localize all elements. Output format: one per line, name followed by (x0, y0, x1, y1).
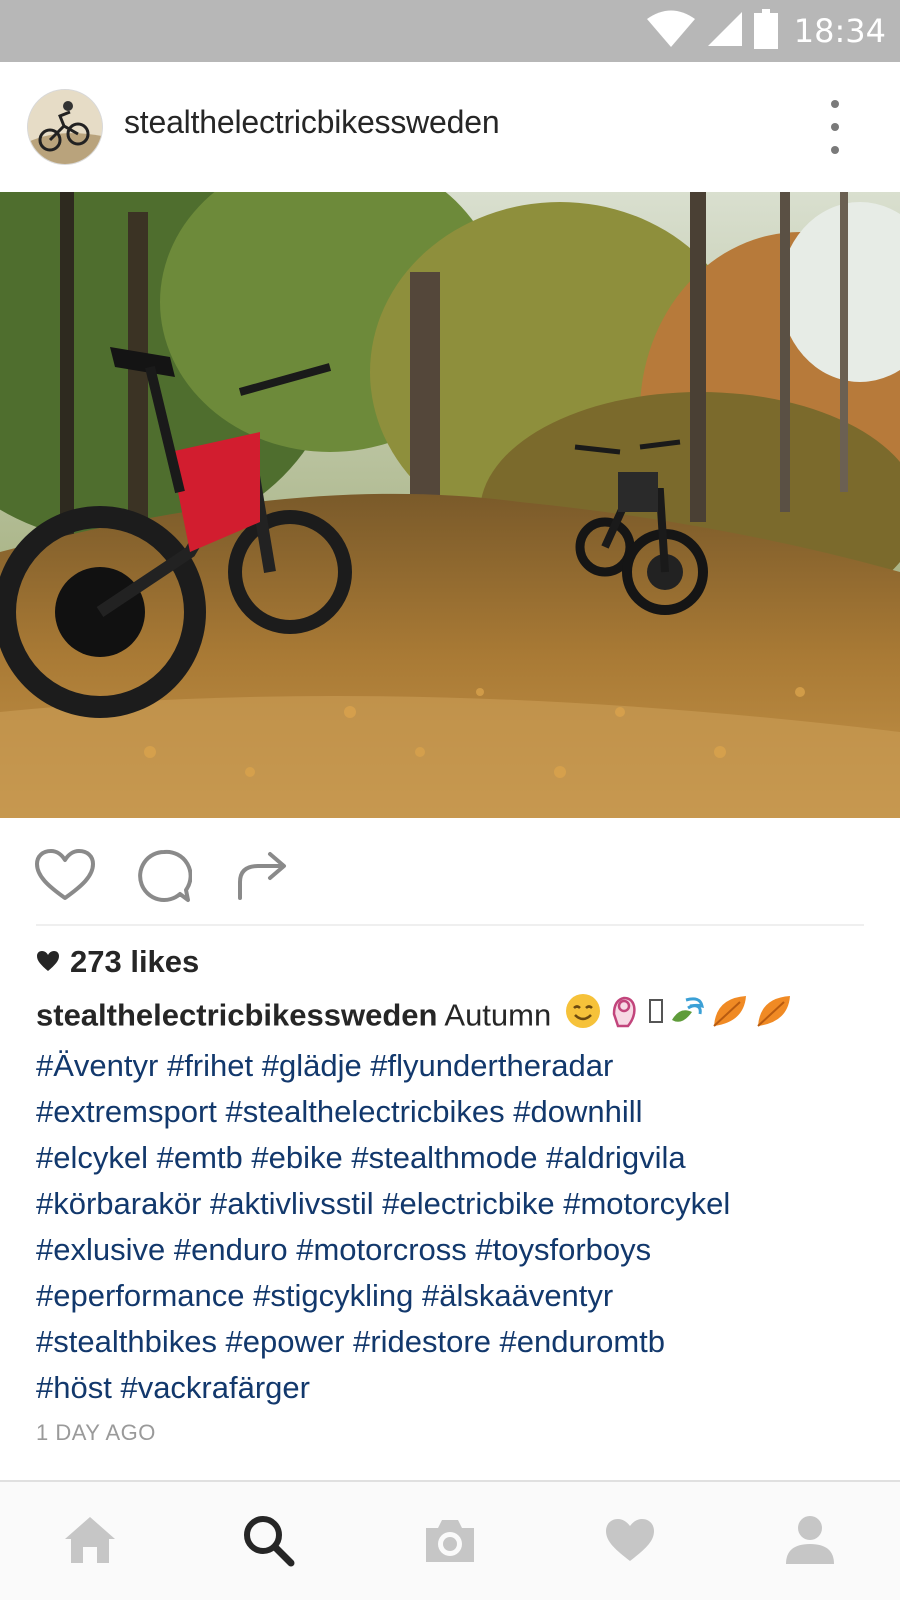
leaf-wind-emoji-icon (668, 992, 706, 1043)
hashtag-line[interactable]: #körbarakör #aktivlivsstil #electricbike… (36, 1181, 876, 1227)
status-time: 18:34 (793, 12, 886, 50)
hashtag-line[interactable]: #Äventyr #frihet #glädje #flyundertherad… (36, 1043, 876, 1089)
hashtag-line[interactable]: #eperformance #stigcykling #älskaäventyr (36, 1273, 876, 1319)
activity-heart-icon[interactable] (600, 1510, 660, 1570)
wifi-icon (646, 10, 696, 53)
ok-hand-emoji-icon (606, 992, 644, 1043)
profile-icon[interactable] (780, 1510, 840, 1570)
fallen-leaf-emoji-icon (710, 992, 750, 1043)
missing-glyph-icon (648, 992, 664, 1043)
post-actions (0, 818, 900, 926)
status-bar: 18:34 (0, 0, 900, 62)
status-icons: 18:34 (646, 0, 886, 62)
comment-icon[interactable] (136, 848, 193, 909)
battery-icon (753, 8, 778, 54)
post-username[interactable]: stealthelectricbikessweden (124, 104, 500, 141)
cell-signal-icon (706, 10, 744, 53)
more-options-icon[interactable] (822, 100, 848, 154)
bottom-nav (0, 1480, 900, 1600)
likes-count[interactable]: 273 likes (36, 944, 199, 980)
hashtag-line[interactable]: #extremsport #stealthelectricbikes #down… (36, 1089, 876, 1135)
hashtag-line[interactable]: #exlusive #enduro #motorcross #toysforbo… (36, 1227, 876, 1273)
caption-emoji-row (564, 992, 794, 1043)
share-icon[interactable] (236, 848, 290, 907)
camera-icon[interactable] (420, 1510, 480, 1570)
hashtag-line[interactable]: #elcykel #emtb #ebike #stealthmode #aldr… (36, 1135, 876, 1181)
avatar[interactable] (28, 90, 102, 164)
post-header: stealthelectricbikessweden (0, 62, 900, 192)
divider (36, 924, 864, 926)
like-heart-icon[interactable] (34, 848, 96, 907)
post-photo[interactable] (0, 192, 900, 818)
post-timestamp: 1 DAY AGO (36, 1420, 156, 1445)
post-caption: stealthelectricbikessweden Autumn #Ävent… (36, 992, 876, 1411)
hashtag-line[interactable]: #höst #vackrafärger (36, 1365, 876, 1411)
home-icon[interactable] (60, 1510, 120, 1570)
search-icon[interactable] (238, 1510, 298, 1570)
small-heart-icon (36, 944, 60, 980)
caption-text: Autumn (444, 997, 552, 1033)
fallen-leaf-emoji-icon (754, 992, 794, 1043)
hashtag-line[interactable]: #stealthbikes #epower #ridestore #enduro… (36, 1319, 876, 1365)
caption-author[interactable]: stealthelectricbikessweden (36, 998, 437, 1033)
smile-emoji-icon (564, 992, 602, 1043)
likes-text: 273 likes (70, 944, 200, 979)
